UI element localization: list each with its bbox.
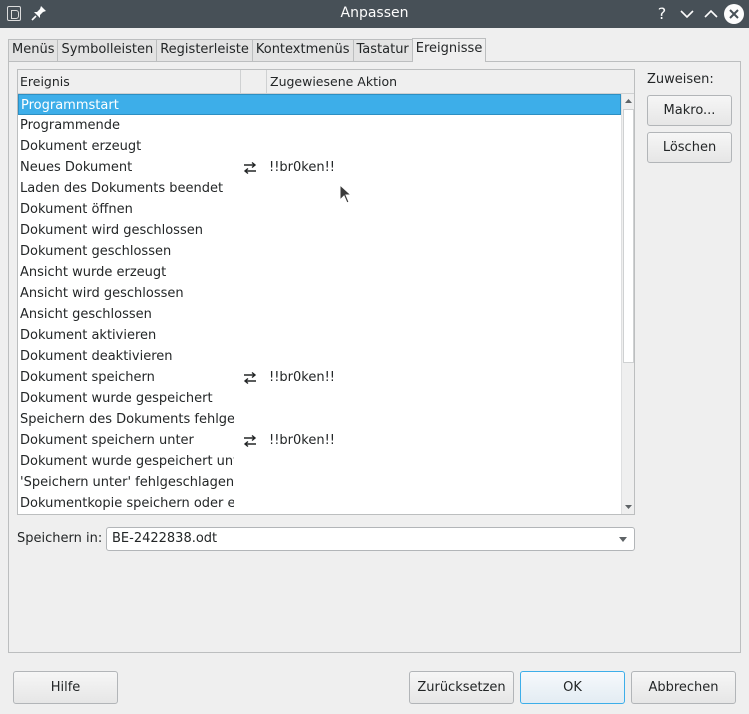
- event-name: Dokument aktivieren: [20, 328, 157, 343]
- event-name: 'Speichern unter' fehlgeschlagen: [20, 475, 234, 490]
- event-name: Dokument speichern: [20, 370, 155, 385]
- event-name: Dokument wird geschlossen: [20, 223, 203, 238]
- close-icon[interactable]: [724, 4, 744, 24]
- event-name: Programmende: [20, 118, 121, 133]
- event-name: Dokument erzeugt: [20, 139, 142, 154]
- event-name: Dokument geschlossen: [20, 244, 172, 259]
- event-name: Programmstart: [21, 98, 119, 113]
- table-row[interactable]: Dokument wurde gespeichert unter: [18, 451, 621, 472]
- event-name: Neues Dokument: [20, 160, 133, 175]
- cancel-button[interactable]: Abbrechen: [631, 671, 736, 704]
- column-divider[interactable]: [266, 70, 267, 94]
- tab-bar: Menüs Symbolleisten Registerleiste Konte…: [8, 38, 487, 62]
- macro-assign-icon: [243, 371, 257, 385]
- vertical-scrollbar[interactable]: [621, 94, 634, 514]
- save-in-select[interactable]: BE-2422838.odt: [106, 527, 635, 551]
- event-name: Speichern des Dokuments fehlgeschlagen: [20, 412, 234, 427]
- column-divider[interactable]: [240, 70, 241, 94]
- minimize-icon[interactable]: [677, 4, 697, 24]
- scroll-thumb[interactable]: [623, 109, 634, 363]
- scroll-up-icon[interactable]: [623, 95, 634, 108]
- event-name: Ansicht geschlossen: [20, 307, 152, 322]
- tab-toolbars[interactable]: Symbolleisten: [57, 39, 157, 62]
- table-row[interactable]: Dokument erzeugt: [18, 136, 621, 157]
- macro-button[interactable]: Makro...: [647, 95, 732, 126]
- tab-notebookbar[interactable]: Registerleiste: [156, 39, 252, 62]
- column-header-action[interactable]: Zugewiesene Aktion: [270, 74, 397, 89]
- event-name: Dokument wurde gespeichert unter: [20, 454, 234, 469]
- table-row[interactable]: Ansicht wird geschlossen: [18, 283, 621, 304]
- event-name: Dokument wurde gespeichert: [20, 391, 213, 406]
- assigned-action: !!br0ken!!: [269, 433, 336, 448]
- help-icon[interactable]: ?: [652, 4, 672, 24]
- mouse-cursor-icon: [339, 184, 353, 204]
- table-row[interactable]: Dokument speichern !!br0ken!!: [18, 367, 621, 388]
- table-row[interactable]: Neues Dokument !!br0ken!!: [18, 157, 621, 178]
- event-name: Ansicht wurde erzeugt: [20, 265, 167, 280]
- reset-button[interactable]: Zurücksetzen: [409, 671, 514, 704]
- table-row[interactable]: Speichern des Dokuments fehlgeschlagen: [18, 409, 621, 430]
- scroll-down-icon[interactable]: [623, 500, 634, 513]
- table-row[interactable]: Dokument wurde gespeichert: [18, 388, 621, 409]
- table-row[interactable]: Laden des Dokuments beendet: [18, 178, 621, 199]
- event-name: Ansicht wird geschlossen: [20, 286, 184, 301]
- event-list: Programmstart Programmende Dokument erzeug…: [18, 94, 621, 514]
- table-row[interactable]: Dokument speichern unter !!br0ken!!: [18, 430, 621, 451]
- event-name: Dokumentkopie speichern oder exportieren: [20, 496, 234, 511]
- tab-context-menus[interactable]: Kontextmenüs: [251, 39, 353, 62]
- tab-menus[interactable]: Menüs: [8, 39, 58, 62]
- table-row[interactable]: Ansicht wurde erzeugt: [18, 262, 621, 283]
- macro-assign-icon: [243, 161, 257, 175]
- title-bar: Anpassen ?: [0, 0, 749, 28]
- table-header: Ereignis Zugewiesene Aktion: [18, 70, 634, 94]
- event-name: Dokument öffnen: [20, 202, 133, 217]
- event-name: Dokument speichern unter: [20, 433, 194, 448]
- assigned-action: !!br0ken!!: [269, 160, 336, 175]
- save-in-value: BE-2422838.odt: [112, 531, 218, 546]
- assign-label: Zuweisen:: [647, 72, 714, 87]
- delete-button[interactable]: Löschen: [647, 132, 732, 163]
- column-header-event[interactable]: Ereignis: [20, 74, 70, 89]
- maximize-icon[interactable]: [701, 4, 721, 24]
- assigned-action: !!br0ken!!: [269, 370, 336, 385]
- tab-keyboard[interactable]: Tastatur: [352, 39, 412, 62]
- table-row[interactable]: Ansicht geschlossen: [18, 304, 621, 325]
- event-name: Dokument deaktivieren: [20, 349, 173, 364]
- tab-events[interactable]: Ereignisse: [411, 38, 487, 62]
- table-row[interactable]: Dokument geschlossen: [18, 241, 621, 262]
- table-row[interactable]: Programmende: [18, 115, 621, 136]
- table-row[interactable]: Dokumentkopie speichern oder exportieren: [18, 493, 621, 514]
- chevron-down-icon: [619, 537, 627, 542]
- ok-button[interactable]: OK: [520, 671, 625, 704]
- table-row[interactable]: Dokument öffnen: [18, 199, 621, 220]
- table-row[interactable]: Programmstart: [18, 94, 621, 115]
- table-row[interactable]: Dokument aktivieren: [18, 325, 621, 346]
- help-button[interactable]: Hilfe: [13, 671, 118, 704]
- window-title: Anpassen: [340, 5, 409, 21]
- events-table: Ereignis Zugewiesene Aktion Programmstar…: [17, 69, 635, 515]
- event-name: Laden des Dokuments beendet: [20, 181, 224, 196]
- table-row[interactable]: Dokument wird geschlossen: [18, 220, 621, 241]
- macro-assign-icon: [243, 434, 257, 448]
- save-in-label: Speichern in:: [17, 531, 103, 546]
- table-row[interactable]: Dokument deaktivieren: [18, 346, 621, 367]
- table-row[interactable]: 'Speichern unter' fehlgeschlagen: [18, 472, 621, 493]
